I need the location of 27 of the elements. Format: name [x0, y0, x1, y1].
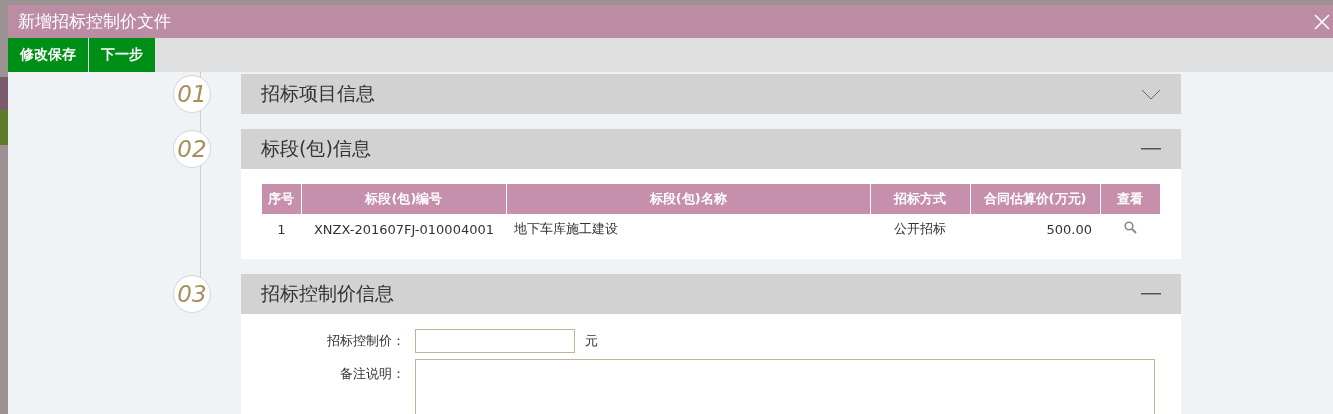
column-header: 序号	[261, 184, 302, 214]
column-header: 合同估算价(万元)	[970, 184, 1100, 214]
toolbar-button[interactable]: 下一步	[89, 38, 155, 72]
price-field[interactable]	[415, 329, 575, 353]
field-label: 招标控制价：	[326, 332, 405, 350]
chevron-down-icon[interactable]	[1141, 88, 1161, 100]
column-header: 招标方式	[870, 184, 971, 214]
dialog-title: 新增招标控制价文件	[18, 10, 171, 33]
table-cell: 地下车库施工建设	[506, 214, 871, 244]
search-icon[interactable]	[1123, 221, 1137, 234]
section-header[interactable]: 招标控制价信息	[241, 274, 1181, 314]
table-cell: 公开招标	[870, 214, 971, 244]
step-number: 01	[173, 75, 211, 113]
section-header[interactable]: 标段(包)信息	[241, 129, 1181, 169]
table-cell: 1	[261, 214, 302, 244]
column-header: 查看	[1100, 184, 1160, 214]
column-header: 标段(包)名称	[506, 184, 871, 214]
toolbar-button[interactable]: 修改保存	[8, 38, 88, 72]
step-number: 03	[173, 275, 211, 313]
close-icon[interactable]	[1313, 12, 1331, 31]
section-header[interactable]: 招标项目信息	[241, 74, 1181, 114]
column-header: 标段(包)编号	[301, 184, 507, 214]
table-cell: 500.00	[970, 214, 1100, 244]
step-number: 02	[173, 130, 211, 168]
field-label: 备注说明：	[339, 365, 405, 383]
unit-label: 元	[585, 332, 598, 350]
table-cell: XNZX-201607FJ-010004001	[301, 214, 507, 244]
